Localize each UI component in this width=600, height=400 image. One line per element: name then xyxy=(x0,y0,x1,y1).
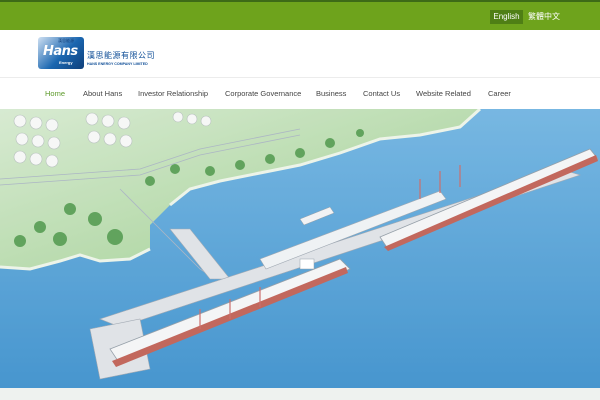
logo-badge: 漢思能源 Hans Energy xyxy=(38,37,84,69)
nav-item-contact-us[interactable]: Contact Us xyxy=(363,89,400,99)
hero-overlay xyxy=(0,109,600,388)
hero-harbour-illustration xyxy=(0,109,600,388)
logo-badge-sub-text: Energy xyxy=(59,60,73,65)
footer-strip xyxy=(0,388,600,400)
language-english-link[interactable]: English xyxy=(490,10,523,24)
main-navigation: Home About Hans Investor Relationship Co… xyxy=(0,80,600,107)
site-header: 漢思能源 Hans Energy 漢思能源有限公司 HANS ENERGY CO… xyxy=(0,30,600,78)
nav-item-home[interactable]: Home xyxy=(45,89,65,99)
nav-item-investor-relationship[interactable]: Investor Relationship xyxy=(138,89,208,99)
logo-badge-main-text: Hans xyxy=(43,44,78,59)
language-chinese-link[interactable]: 繁體中文 xyxy=(528,10,560,24)
nav-item-corporate-governance[interactable]: Corporate Governance xyxy=(225,89,301,99)
nav-item-business[interactable]: Business xyxy=(316,89,346,99)
hero-banner xyxy=(0,109,600,388)
nav-item-career[interactable]: Career xyxy=(488,89,511,99)
logo-english-name: HANS ENERGY COMPANY LIMITED xyxy=(87,62,148,66)
nav-item-about-hans[interactable]: About Hans xyxy=(83,89,122,99)
nav-item-website-related[interactable]: Website Related xyxy=(416,89,471,99)
logo-chinese-name: 漢思能源有限公司 xyxy=(87,51,155,60)
site-logo[interactable]: 漢思能源 Hans Energy 漢思能源有限公司 HANS ENERGY CO… xyxy=(38,37,170,71)
top-bar: English 繁體中文 xyxy=(0,0,600,30)
